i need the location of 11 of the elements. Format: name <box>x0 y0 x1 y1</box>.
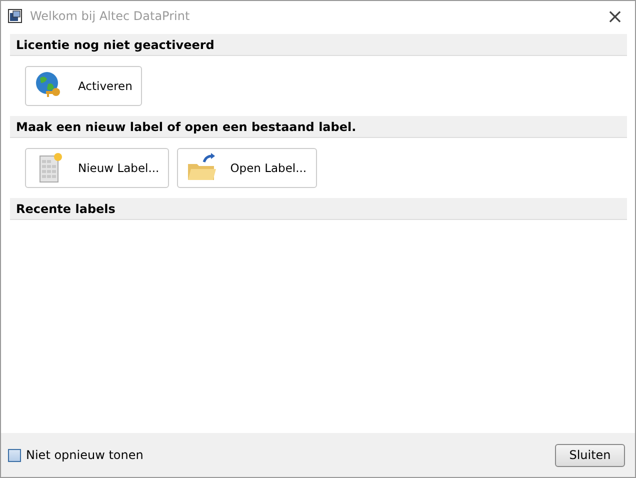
action-button[interactable]: Open Label... <box>177 148 317 188</box>
app-icon <box>8 9 22 23</box>
checkbox[interactable]: Niet opnieuw tonen <box>8 448 144 462</box>
close-button[interactable]: × <box>595 1 635 31</box>
section-header: Licentie nog niet geactiveerd <box>10 34 627 56</box>
section-header: Maak een nieuw label of open een bestaand label. <box>10 116 627 138</box>
action-button[interactable]: Nieuw Label... <box>25 148 170 188</box>
action-button[interactable]: Activeren <box>25 66 142 106</box>
close-dialog-button[interactable]: Sluiten <box>555 444 625 466</box>
section-header: Recente labels <box>10 198 627 220</box>
window-title: Welkom bij Altec DataPrint <box>30 9 191 23</box>
